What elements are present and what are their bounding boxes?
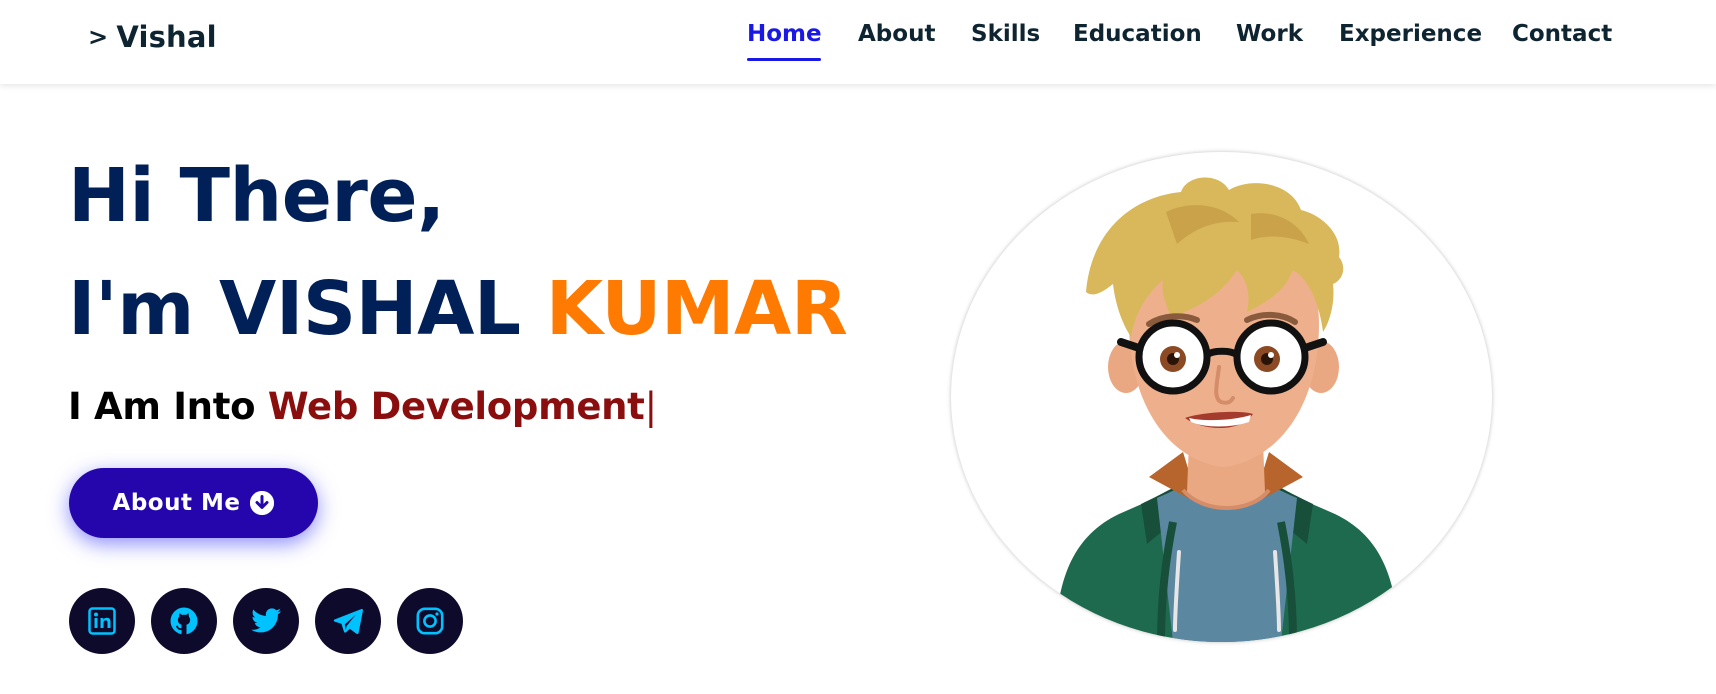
- nav-link-skills[interactable]: Skills: [971, 21, 1040, 47]
- about-me-button[interactable]: About Me: [69, 468, 318, 538]
- linkedin-icon: [88, 607, 116, 635]
- typing-cursor: |: [644, 385, 657, 428]
- brand-logo[interactable]: > Vishal: [88, 20, 217, 54]
- github-icon: [170, 607, 198, 635]
- nav-link-home[interactable]: Home: [747, 21, 822, 47]
- instagram-button[interactable]: [397, 588, 463, 654]
- instagram-icon: [416, 607, 444, 635]
- profile-avatar: [951, 152, 1492, 642]
- nav-link-about[interactable]: About: [858, 21, 935, 47]
- twitter-button[interactable]: [233, 588, 299, 654]
- hero-intro-surname: KUMAR: [545, 266, 848, 352]
- telegram-icon: [333, 608, 363, 634]
- tagline-typed-text: Web Development: [267, 385, 645, 428]
- navbar: > Vishal Home About Skills Education Work…: [0, 0, 1716, 84]
- nav-link-experience[interactable]: Experience: [1339, 21, 1482, 47]
- nav-link-work[interactable]: Work: [1236, 21, 1303, 47]
- telegram-button[interactable]: [315, 588, 381, 654]
- about-me-button-label: About Me: [112, 490, 241, 516]
- cartoon-portrait-image: [1055, 177, 1399, 642]
- arrow-down-circle-icon: [250, 491, 275, 515]
- hero-intro: I'm VISHAL KUMAR: [68, 266, 848, 352]
- hero-greeting: Hi There,: [68, 153, 445, 239]
- hero-intro-name: I'm VISHAL: [68, 266, 521, 352]
- hero-tagline: I Am Into Web Development|: [68, 385, 657, 428]
- twitter-icon: [251, 608, 281, 633]
- brand-name: Vishal: [116, 20, 217, 54]
- tagline-prefix: I Am Into: [68, 385, 256, 428]
- nav-active-underline: [747, 58, 821, 61]
- nav-link-education[interactable]: Education: [1073, 21, 1202, 47]
- nav-link-contact[interactable]: Contact: [1512, 21, 1612, 47]
- linkedin-button[interactable]: [69, 588, 135, 654]
- github-button[interactable]: [151, 588, 217, 654]
- chevron-right-icon: >: [88, 23, 109, 51]
